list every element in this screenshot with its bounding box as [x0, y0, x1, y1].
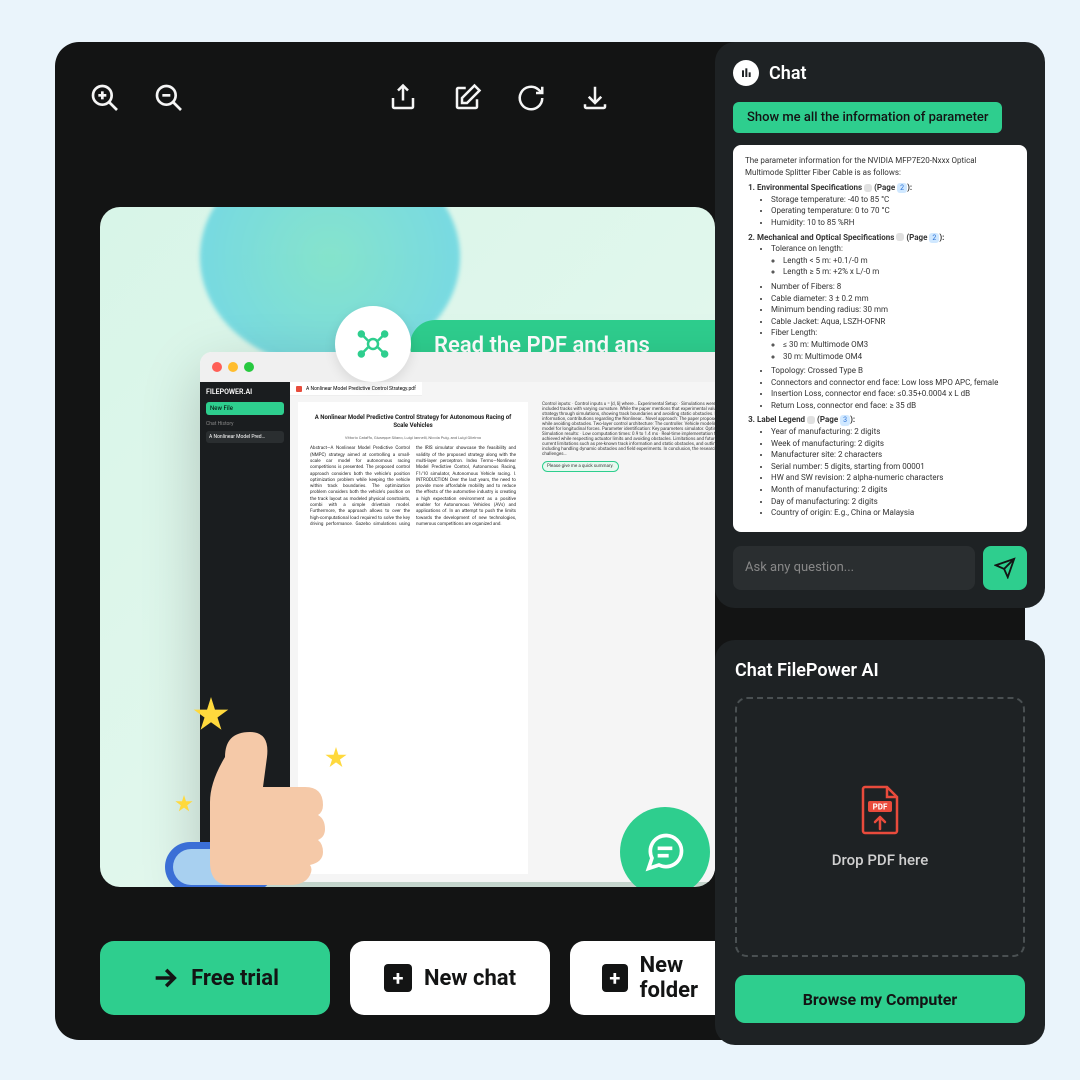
user-prompt: Show me all the information of parameter: [733, 102, 1002, 133]
toolbar: [55, 42, 645, 154]
plus-icon: +: [384, 964, 412, 992]
zoom-out-icon[interactable]: [149, 78, 189, 118]
edit-icon[interactable]: [447, 78, 487, 118]
preview-area: Read the PDF and ans A Nonlinear Model P…: [100, 207, 715, 887]
chat-panel-header: Chat: [733, 60, 1027, 86]
chat-fab-icon[interactable]: [620, 807, 710, 887]
free-trial-label: Free trial: [191, 966, 279, 991]
plus-icon: +: [602, 964, 628, 992]
new-chat-button[interactable]: + New chat: [350, 941, 550, 1015]
document-tab[interactable]: A Nonlinear Model Predictive Control Str…: [290, 382, 422, 396]
svg-text:PDF: PDF: [873, 803, 888, 812]
tab-label: A Nonlinear Model Predictive Control Str…: [306, 386, 416, 392]
window-traffic-lights: [200, 352, 715, 382]
doc-chat-column: Control inputs: · Control inputs u = [d,…: [536, 382, 715, 882]
zoom-in-icon[interactable]: [85, 78, 125, 118]
new-chat-label: New chat: [424, 966, 516, 991]
browse-button[interactable]: Browse my Computer: [735, 975, 1025, 1023]
send-button[interactable]: [983, 546, 1027, 590]
chat-input[interactable]: [733, 546, 975, 590]
pdf-file-icon: PDF: [859, 785, 901, 835]
chat-history-label: Chat History: [206, 421, 284, 427]
doc-authors: Vittorio Cataffo, Giuseppe Silano, Luigi…: [310, 435, 516, 441]
drop-text: Drop PDF here: [832, 851, 929, 869]
chat-panel: Chat Show me all the information of para…: [715, 42, 1045, 608]
upload-title: Chat FilePower AI: [735, 660, 1025, 681]
reload-icon[interactable]: [511, 78, 551, 118]
chat-response: The parameter information for the NVIDIA…: [733, 145, 1027, 532]
drop-zone[interactable]: PDF Drop PDF here: [735, 697, 1025, 957]
doc-title: A Nonlinear Model Predictive Control Str…: [310, 414, 516, 431]
history-item[interactable]: A Nonlinear Model Pred…: [206, 431, 284, 443]
upload-panel: Chat FilePower AI PDF Drop PDF here Brow…: [715, 640, 1045, 1045]
response-intro: The parameter information for the NVIDIA…: [745, 155, 1015, 178]
action-row: Free trial + New chat + New folder: [100, 941, 770, 1015]
download-icon[interactable]: [575, 78, 615, 118]
free-trial-button[interactable]: Free trial: [100, 941, 330, 1015]
doc-body: Abstract—A Nonlinear Model Predictive Co…: [310, 446, 516, 528]
chat-logo-icon: [733, 60, 759, 86]
pdf-icon: [296, 386, 302, 392]
summary-prompt: Please give me a quick summary.: [542, 461, 619, 472]
thumbs-up-illustration: [155, 677, 365, 887]
share-icon[interactable]: [383, 78, 423, 118]
chat-title: Chat: [769, 63, 807, 84]
new-file-button[interactable]: New File: [206, 402, 284, 415]
brand-label: FILEPOWER.AI: [206, 388, 284, 396]
ai-badge-icon: [335, 306, 411, 382]
